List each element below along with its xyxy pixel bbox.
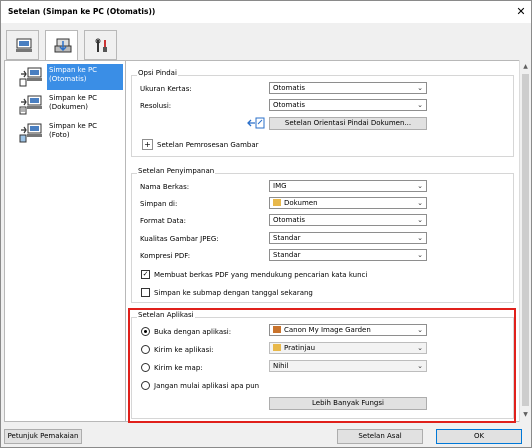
scroll-down-icon[interactable]: ▼ bbox=[520, 409, 531, 420]
ok-button[interactable]: OK bbox=[436, 429, 522, 444]
computer-scan-icon bbox=[16, 38, 32, 52]
sidebar-item-document[interactable]: Simpan ke PC (Dokumen) bbox=[7, 91, 125, 119]
save-to-pc-photo-icon bbox=[19, 123, 42, 143]
vertical-scrollbar[interactable]: ▲ ▼ bbox=[519, 60, 531, 422]
pdf-compression-label: Kompresi PDF: bbox=[140, 252, 191, 260]
jpeg-quality-select[interactable]: Standar ⌄ bbox=[269, 232, 427, 244]
sidebar-item-label: Simpan ke PC (Foto) bbox=[49, 122, 98, 139]
scroll-thumb[interactable] bbox=[522, 74, 529, 406]
defaults-button[interactable]: Setelan Asal bbox=[337, 429, 423, 444]
paper-size-label: Ukuran Kertas: bbox=[140, 85, 192, 93]
save-to-pc-auto-icon bbox=[19, 67, 42, 87]
keyword-search-checkbox[interactable]: ✓ bbox=[141, 270, 150, 279]
tab-scan-from-operation-panel[interactable] bbox=[45, 30, 78, 61]
pdf-compression-select[interactable]: Standar ⌄ bbox=[269, 249, 427, 261]
paper-size-select[interactable]: Otomatis ⌄ bbox=[269, 82, 427, 94]
file-name-select[interactable]: IMG ⌄ bbox=[269, 180, 427, 192]
save-to-pc-document-icon bbox=[19, 95, 42, 115]
resolution-select[interactable]: Otomatis ⌄ bbox=[269, 99, 427, 111]
save-in-select[interactable]: Dokumen ⌄ bbox=[269, 197, 427, 209]
app-settings-highlight bbox=[128, 308, 516, 423]
tab-scan-from-computer[interactable] bbox=[6, 30, 39, 60]
chevron-down-icon: ⌄ bbox=[417, 84, 423, 92]
chevron-down-icon: ⌄ bbox=[417, 216, 423, 224]
close-icon[interactable]: ✕ bbox=[513, 4, 529, 20]
tools-icon bbox=[95, 38, 107, 52]
save-in-label: Simpan di: bbox=[140, 200, 178, 208]
scanner-icon bbox=[54, 38, 72, 53]
subfolder-checkbox[interactable] bbox=[141, 288, 150, 297]
scan-options-title: Opsi Pindai bbox=[137, 69, 178, 77]
file-name-label: Nama Berkas: bbox=[140, 183, 190, 191]
jpeg-quality-label: Kualitas Gambar JPEG: bbox=[140, 235, 219, 243]
sidebar-item-auto[interactable]: Simpan ke PC (Otomatis) bbox=[7, 63, 125, 91]
sidebar: Simpan ke PC (Otomatis) Simpan ke PC (Do… bbox=[4, 60, 126, 422]
chevron-down-icon: ⌄ bbox=[417, 101, 423, 109]
chevron-down-icon: ⌄ bbox=[417, 182, 423, 190]
chevron-down-icon: ⌄ bbox=[417, 234, 423, 242]
expand-image-processing-icon[interactable]: + bbox=[142, 139, 153, 150]
folder-icon bbox=[273, 199, 281, 206]
sidebar-item-photo[interactable]: Simpan ke PC (Foto) bbox=[7, 119, 125, 147]
subfolder-label: Simpan ke submap dengan tanggal sekarang bbox=[154, 289, 313, 297]
orientation-icon bbox=[247, 117, 265, 129]
scroll-up-icon[interactable]: ▲ bbox=[520, 61, 531, 72]
sidebar-item-label: Simpan ke PC (Dokumen) bbox=[49, 94, 98, 111]
resolution-label: Resolusi: bbox=[140, 102, 172, 110]
image-processing-label[interactable]: Setelan Pemrosesan Gambar bbox=[157, 141, 259, 149]
window-title: Setelan (Simpan ke PC (Otomatis)) bbox=[8, 7, 156, 16]
tab-general-settings[interactable] bbox=[84, 30, 117, 60]
instructions-button[interactable]: Petunjuk Pemakaian bbox=[4, 429, 82, 444]
chevron-down-icon: ⌄ bbox=[417, 199, 423, 207]
title-bar: Setelan (Simpan ke PC (Otomatis)) ✕ bbox=[1, 1, 531, 23]
orientation-settings-button[interactable]: Setelan Orientasi Pindai Dokumen... bbox=[269, 117, 427, 130]
settings-dialog: Setelan (Simpan ke PC (Otomatis)) ✕ Simp… bbox=[0, 0, 532, 448]
keyword-search-label: Membuat berkas PDF yang mendukung pencar… bbox=[154, 271, 368, 279]
data-format-label: Format Data: bbox=[140, 217, 186, 225]
data-format-select[interactable]: Otomatis ⌄ bbox=[269, 214, 427, 226]
chevron-down-icon: ⌄ bbox=[417, 251, 423, 259]
save-settings-title: Setelan Penyimpanan bbox=[137, 167, 216, 175]
sidebar-item-label: Simpan ke PC (Otomatis) bbox=[47, 64, 123, 90]
